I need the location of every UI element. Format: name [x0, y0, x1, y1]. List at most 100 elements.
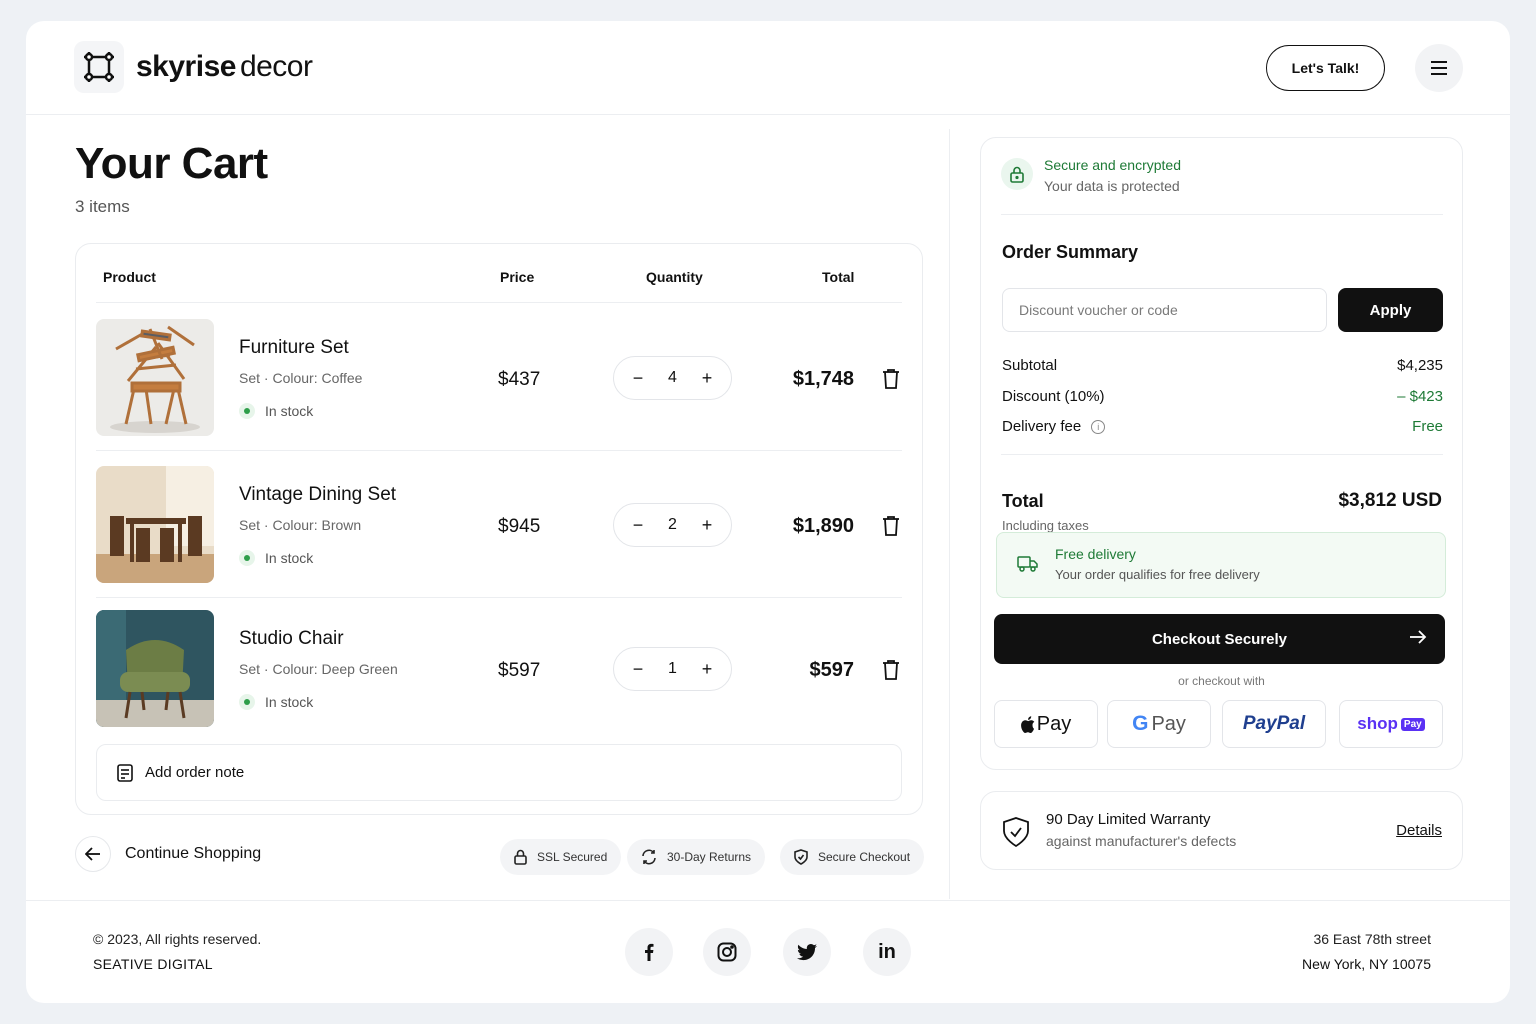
truck-icon — [1017, 556, 1038, 572]
page-card: skyrise decor Let's Talk! Your Cart 3 ite… — [26, 21, 1510, 1003]
add-order-note-label: Add order note — [145, 764, 245, 781]
site-header: skyrise decor Let's Talk! — [26, 21, 1510, 115]
google-pay-button[interactable]: G Pay — [1107, 700, 1211, 748]
free-delivery-title: Free delivery — [1055, 546, 1136, 562]
linkedin-icon[interactable]: in — [863, 928, 911, 976]
wooden-dining-table-photo[interactable] — [96, 466, 214, 583]
divider — [1001, 214, 1443, 215]
google-pay-label: Pay — [1151, 712, 1186, 735]
column-header-total: Total — [822, 269, 855, 285]
in-stock-dot-icon — [239, 694, 255, 710]
paypal-button[interactable]: PayPal — [1222, 700, 1326, 748]
twitter-icon[interactable] — [783, 928, 831, 976]
in-stock-dot-icon — [239, 550, 255, 566]
warranty-subtitle: against manufacturer's defects — [1046, 833, 1237, 849]
column-header-price: Price — [500, 269, 535, 285]
decrease-quantity-button[interactable]: − — [630, 515, 646, 536]
product-name[interactable]: Furniture Set — [239, 337, 349, 359]
decrease-quantity-button[interactable]: − — [630, 368, 646, 389]
arrow-right-icon — [1410, 630, 1427, 644]
arrow-left-icon — [75, 836, 111, 872]
shop-pay-label: shop — [1357, 714, 1398, 733]
cart-item-count: 3 items — [75, 197, 130, 216]
product-variant: Set · Colour: Brown — [239, 517, 362, 533]
ssl-secured-label: SSL Secured — [537, 850, 608, 864]
product-price: $945 — [498, 516, 541, 537]
refresh-icon — [642, 849, 656, 865]
increase-quantity-button[interactable]: + — [699, 368, 715, 389]
cart-row-studio-chair: Studio Chair Set · Colour: Deep Green In… — [96, 598, 902, 745]
increase-quantity-button[interactable]: + — [699, 659, 715, 680]
order-summary-title: Order Summary — [1002, 242, 1139, 262]
trash-icon[interactable] — [881, 368, 901, 390]
apple-pay-button[interactable]: Pay — [994, 700, 1098, 748]
note-icon — [117, 763, 133, 782]
google-g-icon: G — [1132, 712, 1149, 735]
apple-pay-label: Pay — [1036, 712, 1072, 735]
apple-icon — [1020, 715, 1035, 733]
quantity-stepper: − 1 + — [613, 647, 732, 691]
continue-shopping-link[interactable]: Continue Shopping — [75, 836, 261, 872]
increase-quantity-button[interactable]: + — [699, 515, 715, 536]
lock-icon — [1001, 158, 1033, 190]
line-total: $597 — [809, 659, 855, 681]
trash-icon[interactable] — [881, 659, 901, 681]
shop-pay-badge: Pay — [1400, 717, 1425, 731]
total-subtitle: Including taxes — [1002, 518, 1089, 533]
stock-status: In stock — [239, 550, 313, 566]
cart-row-furniture-set: Furniture Set Set · Colour: Coffee In st… — [96, 304, 902, 451]
hamburger-menu-icon — [1431, 61, 1447, 75]
quantity-stepper: − 2 + — [613, 503, 732, 547]
checkout-button[interactable]: Checkout Securely — [994, 614, 1445, 664]
green-armchair-photo[interactable] — [96, 610, 214, 727]
paypal-label: PayPal — [1242, 713, 1306, 734]
secure-subtitle: Your data is protected — [1044, 178, 1180, 194]
info-icon[interactable]: i — [1091, 420, 1106, 435]
copyright-text: © 2023, All rights reserved. — [93, 931, 262, 947]
order-summary-panel: Secure and encrypted Your data is protec… — [980, 137, 1463, 770]
discount-row: Discount (10%) – $423 — [1002, 388, 1443, 405]
secure-title: Secure and encrypted — [1044, 157, 1181, 173]
company-name: SEATIVE DIGITAL — [93, 956, 213, 972]
instagram-icon[interactable] — [703, 928, 751, 976]
divider — [1001, 454, 1443, 455]
quantity-value[interactable]: 2 — [668, 516, 677, 534]
delivery-row: Delivery fee i Free — [1002, 418, 1443, 435]
menu-button[interactable] — [1415, 44, 1463, 92]
shield-check-icon — [1003, 817, 1029, 848]
lets-talk-button[interactable]: Let's Talk! — [1266, 45, 1385, 91]
shop-pay-button[interactable]: shop Pay — [1339, 700, 1443, 748]
discount-code-input[interactable] — [1002, 288, 1327, 332]
brand-logo[interactable]: skyrise decor — [74, 41, 313, 93]
in-stock-dot-icon — [239, 403, 255, 419]
subtotal-label: Subtotal — [1002, 357, 1058, 374]
warranty-title: 90 Day Limited Warranty — [1046, 811, 1211, 828]
decrease-quantity-button[interactable]: − — [630, 659, 646, 680]
cart-table: Product Price Quantity Total Furniture S… — [75, 243, 923, 815]
product-price: $437 — [498, 369, 541, 390]
quantity-value[interactable]: 4 — [668, 369, 677, 387]
address-line-2: New York, NY 10075 — [1302, 956, 1431, 972]
warranty-details-link[interactable]: Details — [1396, 822, 1442, 839]
stock-label: In stock — [265, 403, 314, 419]
quantity-value[interactable]: 1 — [668, 660, 677, 678]
stacked-wooden-chairs-photo[interactable] — [96, 319, 214, 436]
secure-checkout-badge: Secure Checkout — [780, 839, 925, 875]
returns-label: 30-Day Returns — [667, 850, 752, 864]
line-total: $1,748 — [792, 368, 854, 390]
trash-icon[interactable] — [881, 515, 901, 537]
free-delivery-subtitle: Your order qualifies for free delivery — [1055, 567, 1260, 582]
product-variant: Set · Colour: Deep Green — [239, 661, 398, 677]
product-name[interactable]: Studio Chair — [239, 628, 344, 650]
page-title: Your Cart — [75, 139, 268, 188]
product-name[interactable]: Vintage Dining Set — [239, 484, 396, 506]
facebook-icon[interactable] — [625, 928, 673, 976]
discount-label: Discount (10%) — [1002, 388, 1105, 405]
free-delivery-notice: Free delivery Your order qualifies for f… — [996, 532, 1446, 598]
column-header-quantity: Quantity — [646, 269, 703, 285]
stock-status: In stock — [239, 403, 313, 419]
add-order-note-button[interactable]: Add order note — [96, 744, 902, 801]
apply-discount-button[interactable]: Apply — [1338, 288, 1443, 332]
column-divider — [949, 129, 950, 899]
secure-checkout-label: Secure Checkout — [818, 850, 911, 864]
